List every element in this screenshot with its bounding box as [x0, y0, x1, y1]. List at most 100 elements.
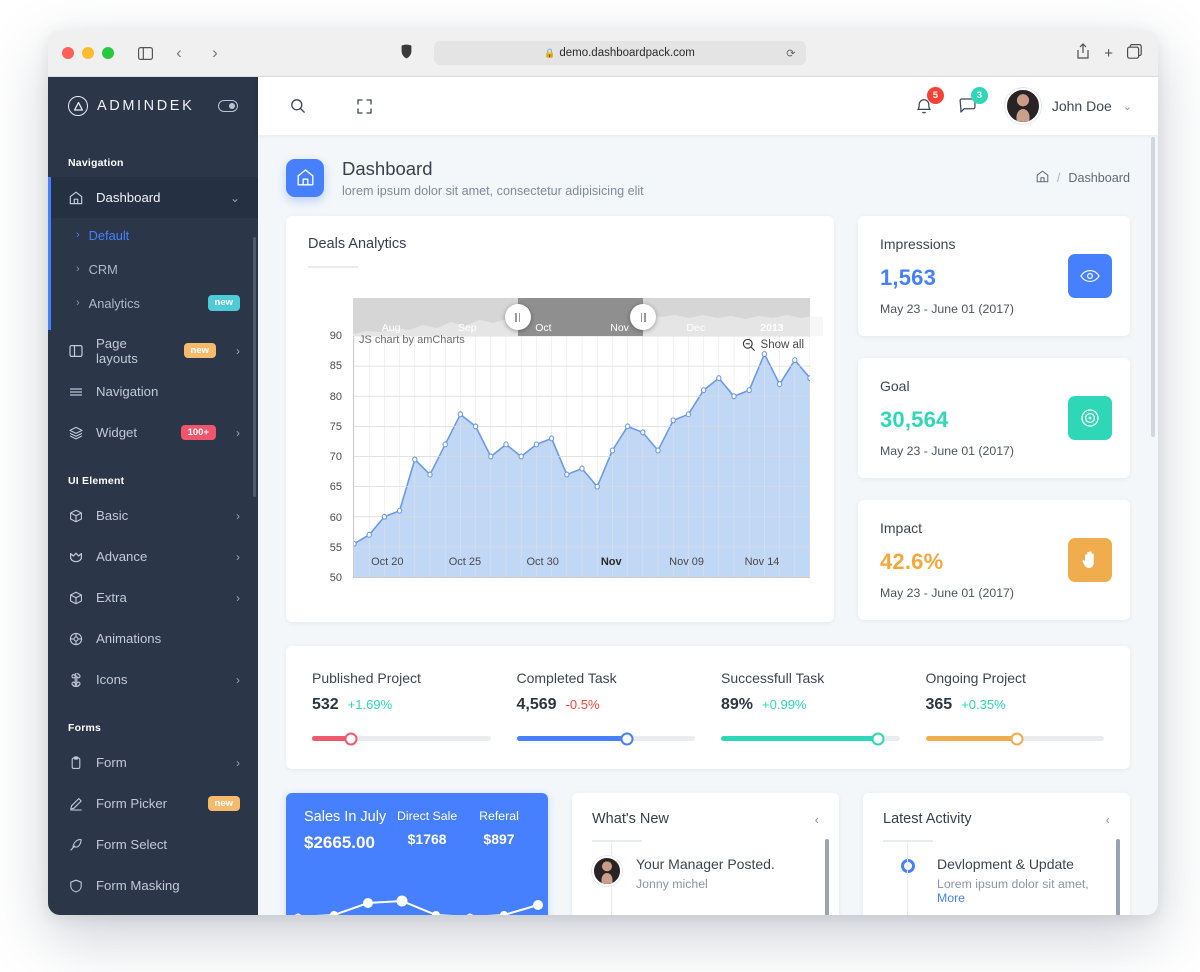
messages-button[interactable]: 3: [955, 87, 988, 119]
stat-date: May 23 - June 01 (2017): [880, 302, 1014, 317]
slider-handle[interactable]: [620, 732, 634, 746]
sidebar-item-form[interactable]: Form ›: [48, 742, 258, 783]
chevron-left-icon[interactable]: ‹: [166, 40, 192, 66]
progress-slider[interactable]: [312, 732, 491, 746]
lock-icon: 🔒: [544, 47, 556, 58]
sidebar-item-label: Extra: [96, 590, 127, 605]
card-scrollbar[interactable]: [1116, 839, 1120, 915]
stat-label: Impressions: [880, 236, 956, 253]
sales-header: Sales In July $2665.00 Direct Sale $1768…: [304, 809, 530, 853]
sidebar-item-form-select[interactable]: Form Select: [48, 824, 258, 865]
sidebar-collapse-toggle[interactable]: [218, 100, 238, 112]
breadcrumb-current[interactable]: Dashboard: [1068, 171, 1130, 185]
sidebar-item-label: Form Select: [96, 837, 168, 852]
notifications-button[interactable]: 5: [911, 87, 944, 119]
sidebar-subitem-crm[interactable]: › CRM: [51, 252, 258, 286]
project-stat: Ongoing Project 365 +0.35%: [925, 670, 1105, 746]
sales-amount: $2665.00: [304, 833, 375, 853]
bottom-row: Sales In July $2665.00 Direct Sale $1768…: [258, 769, 1158, 915]
pen-icon: [68, 797, 84, 811]
sidebar-item-animations[interactable]: Animations: [48, 618, 258, 659]
user-name: John Doe: [1051, 98, 1112, 114]
search-icon[interactable]: [280, 88, 316, 124]
slider-handle[interactable]: [1010, 732, 1024, 746]
shield-icon: [68, 879, 84, 893]
amcharts-credit: JS chart by amCharts: [359, 334, 465, 347]
sidebar-scrollbar[interactable]: [253, 237, 256, 497]
browser-window: ‹ › 🔒 demo.dashboardpack.com ⟳ + ADMINDE…: [48, 30, 1158, 915]
brand-header: ADMINDEK: [48, 77, 258, 135]
sidebar-item-navigation[interactable]: Navigation: [48, 371, 258, 412]
y-tick: 55: [329, 541, 342, 554]
range-handle-left[interactable]: [504, 304, 531, 331]
chevron-right-icon: ›: [236, 343, 240, 358]
activity-text: Lorem ipsum dolor sit amet,: [937, 877, 1089, 892]
sidebar-item-icons[interactable]: Icons ›: [48, 659, 258, 700]
sidebar-item-dashboard[interactable]: Dashboard ⌄: [48, 177, 258, 218]
close-window-button[interactable]: [62, 47, 74, 59]
fullscreen-icon[interactable]: [346, 88, 382, 124]
stat-numbers: 365 +0.35%: [926, 696, 1105, 714]
sidebar-subitem-default[interactable]: › Default: [51, 218, 258, 252]
slider-handle[interactable]: [871, 732, 885, 746]
page-title: Dashboard: [342, 158, 433, 179]
analytics-row: Deals Analytics Aug Sep Oct Nov Dec 2013…: [258, 216, 1158, 623]
stat-delta: +1.69%: [347, 697, 393, 713]
sidebar-toggle-icon[interactable]: [132, 40, 158, 66]
more-link[interactable]: More: [937, 891, 965, 905]
content-scrollbar[interactable]: [1151, 137, 1155, 437]
title-rule: [308, 266, 358, 269]
stat-title: Completed Task: [516, 670, 617, 687]
share-icon[interactable]: [1076, 43, 1090, 63]
list-item[interactable]: Devlopment & Update Lorem ipsum dolor si…: [893, 856, 1110, 905]
sidebar-item-basic[interactable]: Basic ›: [48, 495, 258, 536]
progress-slider[interactable]: [721, 732, 900, 746]
content-scroll-area: Dashboard lorem ipsum dolor sit amet, co…: [258, 135, 1158, 915]
chevron-right-icon[interactable]: ›: [202, 40, 228, 66]
progress-slider[interactable]: [516, 732, 695, 746]
sidebar-item-extra[interactable]: Extra ›: [48, 577, 258, 618]
maximize-window-button[interactable]: [102, 47, 114, 59]
sidebar-item-widget[interactable]: Widget 100+ ›: [48, 412, 258, 453]
show-all-button[interactable]: Show all: [742, 338, 804, 352]
latest-activity-card: Latest Activity ‹ Devlopment & Update Lo…: [863, 793, 1130, 915]
plus-icon[interactable]: +: [1104, 45, 1113, 62]
sidebar-subitem-analytics[interactable]: › Analytics new: [51, 286, 258, 320]
chevron-left-icon[interactable]: ‹: [1106, 812, 1110, 827]
status-badge: new: [183, 342, 216, 359]
sidebar-item-form-picker[interactable]: Form Picker new: [48, 783, 258, 824]
sidebar-item-advance[interactable]: Advance ›: [48, 536, 258, 577]
stat-delta: +0.99%: [762, 697, 807, 713]
tab-overview-icon[interactable]: [1127, 43, 1142, 63]
brand[interactable]: ADMINDEK: [68, 96, 194, 116]
sidebar-item-form-masking[interactable]: Form Masking: [48, 865, 258, 906]
y-axis-labels: 90 85 80 75 70 65 60 55 50: [308, 330, 342, 584]
reload-icon[interactable]: ⟳: [786, 47, 795, 60]
card-scrollbar[interactable]: [825, 839, 829, 915]
x-tick: Oct 30: [526, 556, 559, 569]
slider-handle[interactable]: [344, 732, 358, 746]
chart-data-points: [354, 336, 810, 577]
sidebar-item-page-layouts[interactable]: Page layouts new ›: [48, 330, 258, 371]
main-area: 5 3 John Doe ⌄ Dashboard lorem ipsum dol…: [258, 77, 1158, 915]
stat-value: 4,569: [516, 696, 557, 714]
user-menu[interactable]: John Doe ⌄: [1004, 88, 1132, 124]
window-controls: [62, 47, 114, 59]
list-item-title: Devlopment & Update: [937, 856, 1074, 873]
progress-slider[interactable]: [925, 732, 1104, 746]
range-handle-right[interactable]: [630, 304, 657, 331]
notification-count-badge: 5: [926, 87, 944, 104]
logo-icon: [68, 96, 88, 116]
chevron-left-icon[interactable]: ‹: [815, 812, 819, 827]
sidebar-subitem-label: Analytics: [88, 295, 140, 311]
address-bar[interactable]: 🔒 demo.dashboardpack.com ⟳: [433, 41, 806, 65]
list-item[interactable]: Your Manager Posted. Jonny michel: [592, 856, 819, 891]
home-icon[interactable]: [1036, 170, 1049, 186]
menu-icon: [68, 385, 84, 399]
layout-icon: [68, 344, 84, 358]
timeline-line: [907, 841, 908, 915]
chart-range-selector[interactable]: Aug Sep Oct Nov Dec 2013: [353, 298, 823, 337]
minimize-window-button[interactable]: [82, 47, 94, 59]
privacy-shield-icon[interactable]: [401, 44, 412, 63]
clipboard-icon: [68, 755, 84, 770]
